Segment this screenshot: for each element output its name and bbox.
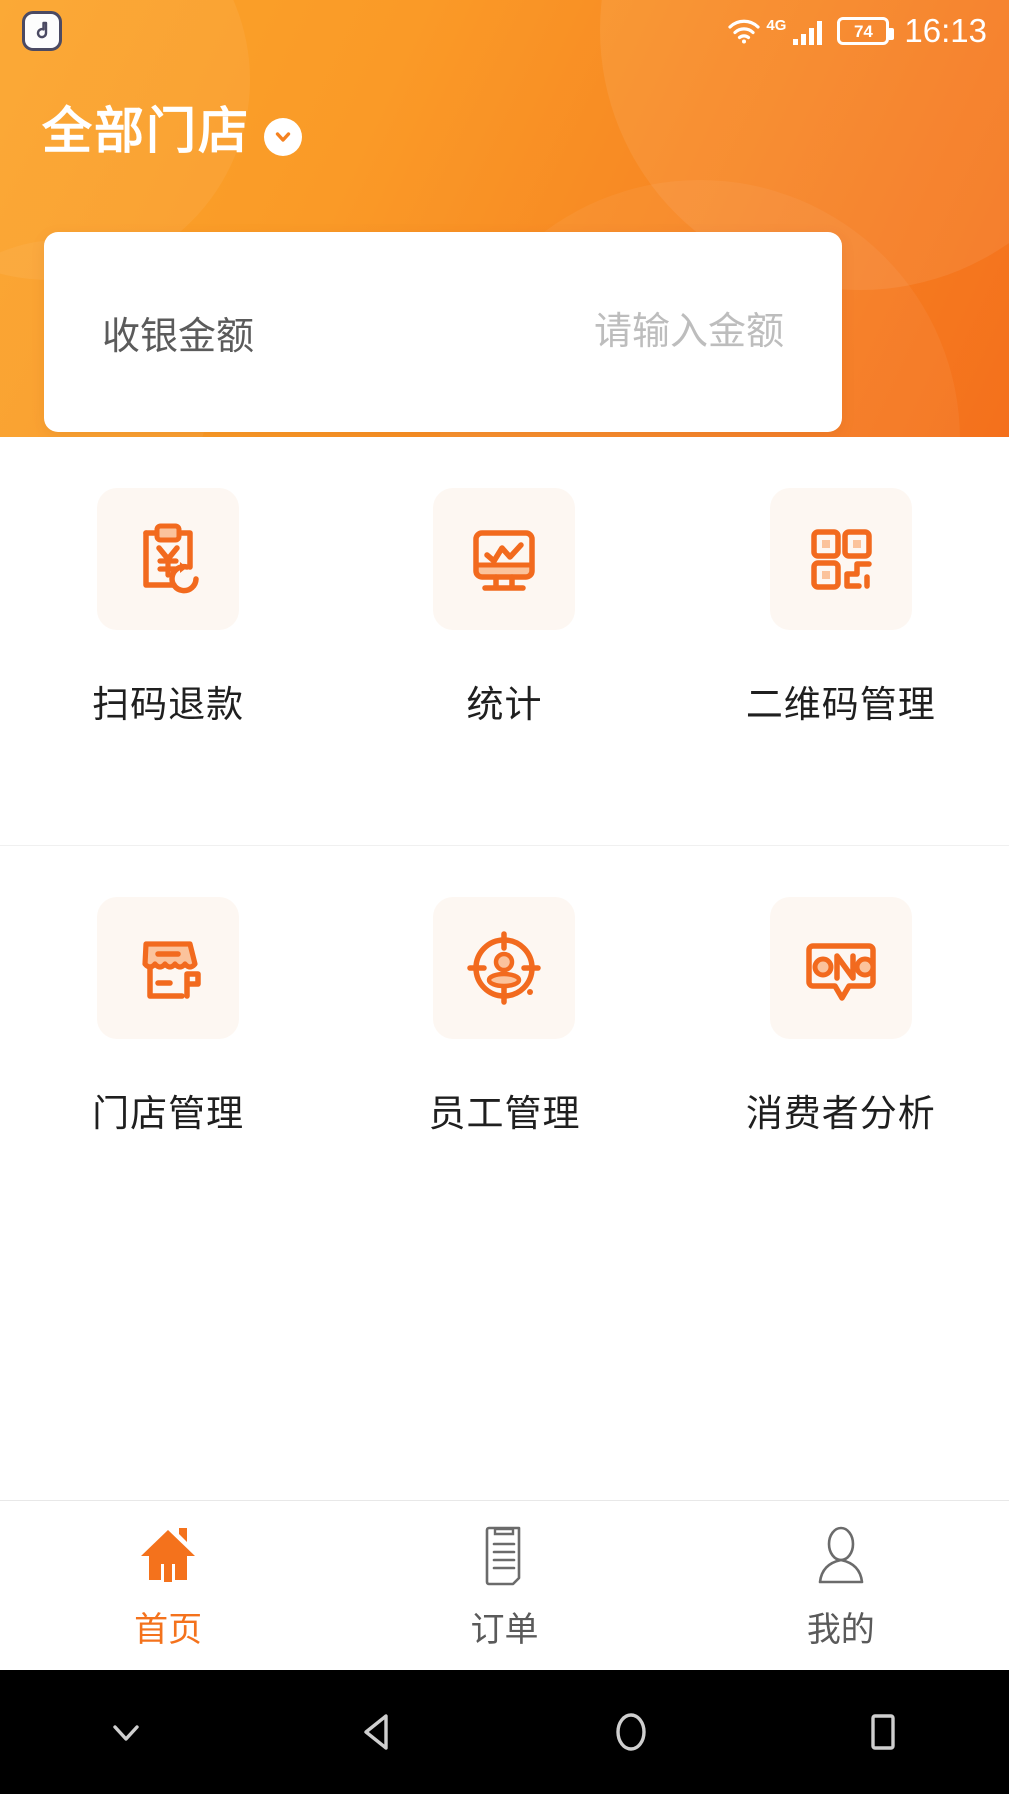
wifi-icon: [728, 19, 760, 44]
app-screen: 4G 74 16:13 全部门店 收银金额 请输入金额 扫码退款 统计 二维码管…: [0, 0, 1009, 1794]
grid-item-label: 扫码退款: [92, 684, 245, 725]
home-circle-icon[interactable]: [505, 1704, 757, 1760]
tab-profile[interactable]: 我的: [673, 1501, 1009, 1670]
bottom-tab-bar: 首页 订单 我的: [0, 1500, 1009, 1670]
grid-item-staff-management[interactable]: 员工管理: [336, 846, 672, 1254]
status-indicators: 4G 74 16:13: [727, 12, 987, 50]
grid-item-label: 统计: [466, 684, 543, 725]
tab-label: 首页: [134, 1611, 203, 1649]
grid-item-label: 员工管理: [428, 1093, 581, 1134]
page-title: 全部门店: [42, 103, 250, 159]
clock-label: 16:13: [904, 12, 987, 49]
grid-item-scan-refund[interactable]: 扫码退款: [0, 437, 336, 845]
chevron-down-icon[interactable]: [264, 117, 302, 156]
speech-bubble-analysis-icon: [769, 897, 912, 1039]
battery-icon: 74: [837, 17, 895, 45]
tab-label: 订单: [470, 1611, 539, 1649]
app-logo-icon: [22, 11, 62, 51]
grid-item-consumer-analysis[interactable]: 消费者分析: [673, 846, 1009, 1254]
tab-home[interactable]: 首页: [0, 1501, 336, 1670]
grid-item-store-management[interactable]: 门店管理: [0, 846, 336, 1254]
status-bar: 4G 74 16:13: [0, 0, 1009, 62]
feature-grid-row: 扫码退款 统计 二维码管理: [0, 437, 1009, 845]
header-banner: 4G 74 16:13 全部门店 收银金额 请输入金额: [0, 0, 1009, 437]
tab-orders[interactable]: 订单: [336, 1501, 672, 1670]
grid-item-qrcode-management[interactable]: 二维码管理: [673, 437, 1009, 845]
back-triangle-icon[interactable]: [252, 1704, 504, 1760]
home-icon: [141, 1528, 196, 1582]
grid-item-statistics[interactable]: 统计: [336, 437, 672, 845]
cashier-amount-card[interactable]: 收银金额: [44, 232, 842, 432]
target-person-icon: [433, 897, 576, 1039]
signal-bars-icon: [793, 21, 823, 45]
person-icon: [818, 1526, 864, 1584]
battery-level-label: 74: [853, 21, 873, 41]
network-type-label: 4G: [766, 17, 787, 34]
feature-grid: 扫码退款 统计 二维码管理 门店管理 员工管理 消费者分析: [0, 437, 1009, 1254]
recents-square-icon[interactable]: [757, 1704, 1009, 1760]
amount-label: 收银金额: [102, 315, 255, 358]
amount-input[interactable]: [364, 310, 784, 354]
clipboard-yuan-refund-icon: [97, 488, 240, 630]
android-navigation-bar: [0, 1670, 1009, 1794]
storefront-icon: [97, 897, 240, 1039]
grid-item-label: 二维码管理: [745, 684, 936, 725]
grid-item-label: 门店管理: [92, 1093, 245, 1134]
feature-grid-row: 门店管理 员工管理 消费者分析: [0, 846, 1009, 1254]
tab-label: 我的: [806, 1611, 875, 1649]
grid-item-label: 消费者分析: [745, 1093, 936, 1134]
store-selector[interactable]: 全部门店: [42, 104, 302, 159]
qr-code-icon: [769, 488, 912, 630]
receipt-icon: [486, 1526, 521, 1586]
hide-keyboard-chevron-down-icon[interactable]: [0, 1709, 252, 1755]
monitor-chart-icon: [433, 488, 576, 630]
